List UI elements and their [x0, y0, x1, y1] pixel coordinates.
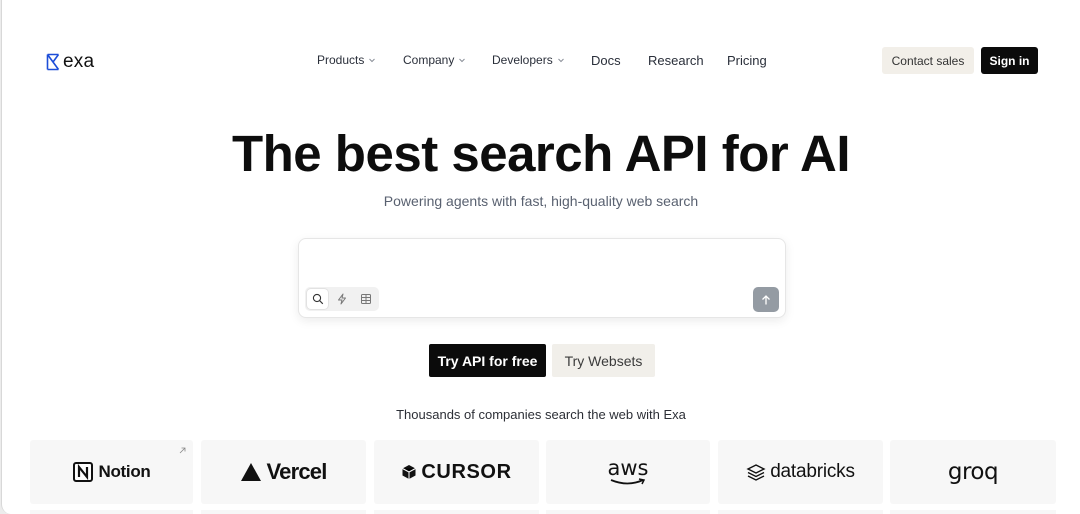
notion-label: Notion	[98, 462, 151, 481]
search-icon	[312, 293, 323, 305]
logo-tile-row2	[201, 510, 366, 514]
databricks-label: databricks	[770, 461, 855, 482]
notion-icon	[73, 462, 94, 482]
nav-docs[interactable]: Docs	[591, 53, 621, 68]
arrow-up-icon	[762, 294, 770, 304]
nav-pricing[interactable]: Pricing	[727, 53, 767, 68]
nav-company-label: Company	[403, 53, 455, 67]
groq-logo: groq	[947, 459, 999, 485]
logo-tile-row2	[30, 510, 193, 514]
vercel-tile[interactable]: Vercel	[201, 440, 366, 504]
nav-products[interactable]: Products	[317, 53, 376, 67]
databricks-tile[interactable]: databricks	[718, 440, 883, 504]
nav-company[interactable]: Company	[403, 53, 466, 67]
nav-developers[interactable]: Developers	[492, 53, 565, 67]
chevron-down-icon	[369, 58, 376, 63]
external-link-icon	[179, 447, 186, 454]
databricks-logo: databricks	[746, 461, 855, 483]
companies-caption: Thousands of companies search the web wi…	[396, 407, 686, 422]
fast-mode-button[interactable]	[331, 289, 352, 309]
hero-subtitle: Powering agents with fast, high-quality …	[383, 193, 699, 209]
hero-title: The best search API for AI	[231, 125, 851, 182]
databricks-layers-icon	[746, 464, 766, 481]
cursor-tile[interactable]: CURSOR	[374, 440, 539, 504]
cursor-cube-icon	[402, 465, 417, 479]
nav-research-label: Research	[648, 53, 704, 68]
logo-tile-row2	[890, 510, 1056, 514]
logo-tile-row2	[374, 510, 539, 514]
nav-developers-label: Developers	[492, 53, 553, 67]
search-box	[298, 238, 786, 318]
aws-logo: aws	[608, 458, 649, 486]
search-mode-button[interactable]	[307, 289, 329, 309]
logo-tile-row2	[718, 510, 883, 514]
sign-in-button[interactable]: Sign in	[981, 47, 1038, 74]
contact-sales-button[interactable]: Contact sales	[882, 47, 974, 74]
aws-tile[interactable]: aws	[546, 440, 710, 504]
table-icon	[361, 294, 372, 304]
lightning-icon	[337, 293, 346, 305]
cursor-logo: CURSOR	[401, 461, 511, 484]
nav-docs-label: Docs	[591, 53, 621, 68]
try-api-button[interactable]: Try API for free	[429, 344, 546, 377]
notion-tile[interactable]: Notion	[30, 440, 193, 504]
nav-pricing-label: Pricing	[727, 53, 767, 68]
notion-logo: Notion	[72, 461, 151, 483]
vercel-label: Vercel	[266, 459, 327, 484]
vercel-triangle-icon	[241, 463, 262, 481]
cursor-label: CURSOR	[421, 460, 512, 483]
nav-research[interactable]: Research	[648, 53, 704, 68]
try-websets-button[interactable]: Try Websets	[552, 344, 655, 377]
chevron-down-icon	[557, 58, 564, 63]
vercel-logo: Vercel	[240, 459, 327, 485]
groq-tile[interactable]: groq	[890, 440, 1056, 504]
submit-search-button[interactable]	[753, 287, 779, 312]
logo-tile-row2	[546, 510, 710, 514]
nav-products-label: Products	[317, 53, 365, 67]
page: exa Products Company Developers Docs Res…	[1, 0, 1080, 514]
chevron-down-icon	[459, 58, 466, 63]
aws-label: aws	[607, 456, 649, 480]
search-mode-group	[305, 287, 379, 311]
table-mode-button[interactable]	[356, 289, 377, 309]
groq-label: groq	[947, 459, 999, 485]
search-input[interactable]	[311, 249, 771, 279]
aws-smile-icon	[610, 478, 646, 485]
